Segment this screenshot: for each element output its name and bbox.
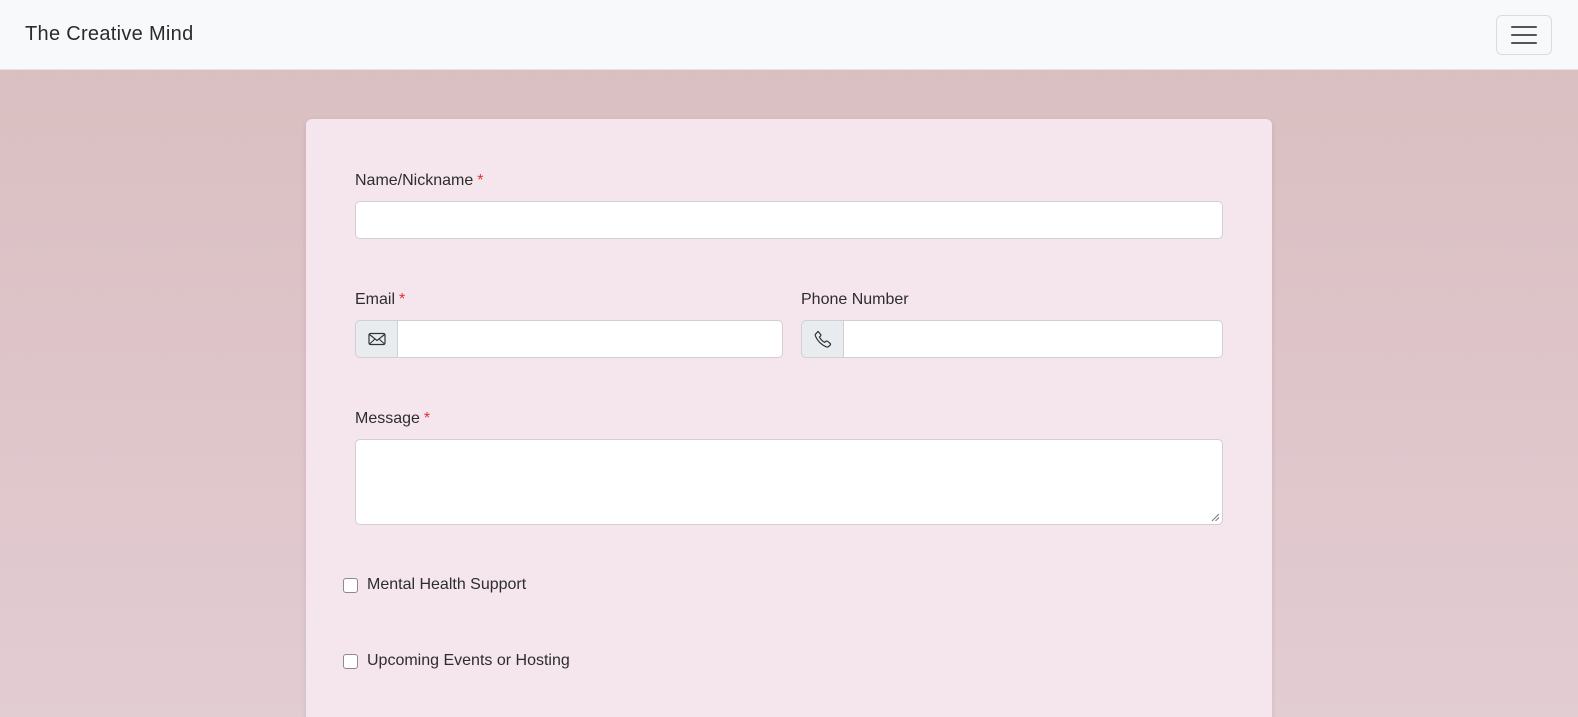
menu-toggle-button[interactable] [1496,15,1552,55]
required-marker: * [399,291,406,308]
message-field-label: Message * [355,409,430,429]
envelope-icon [367,332,386,346]
contact-form-card: Name/Nickname * Email * Phone Number Messa… [306,119,1272,717]
brand-title[interactable]: The Creative Mind [25,21,194,47]
required-marker: * [423,410,431,427]
checkbox-label[interactable]: Mental Health Support [367,576,526,594]
email-input[interactable] [397,320,783,358]
email-field-label: Email * [355,290,405,310]
phone-label-text: Phone Number [801,291,909,308]
resize-grip-icon[interactable] [1210,512,1220,522]
message-textarea[interactable] [355,439,1223,525]
name-field-label: Name/Nickname * [355,171,484,191]
hamburger-menu-icon [1511,26,1537,44]
phone-input[interactable] [843,320,1223,358]
phone-addon [801,320,843,358]
email-label-text: Email [355,291,396,308]
message-label-text: Message [355,410,420,427]
checkbox-box[interactable] [343,653,358,669]
required-marker: * [477,172,484,189]
email-addon [355,320,397,358]
name-input[interactable] [355,201,1223,239]
navbar: The Creative Mind [0,0,1578,70]
checkbox-mental-health-support[interactable]: Mental Health Support [343,575,526,595]
checkbox-upcoming-events[interactable]: Upcoming Events or Hosting [343,651,570,671]
phone-icon [814,330,831,348]
checkbox-box[interactable] [343,577,358,593]
checkbox-label[interactable]: Upcoming Events or Hosting [367,652,570,670]
phone-field-label: Phone Number [801,290,909,310]
name-label-text: Name/Nickname [355,172,474,189]
